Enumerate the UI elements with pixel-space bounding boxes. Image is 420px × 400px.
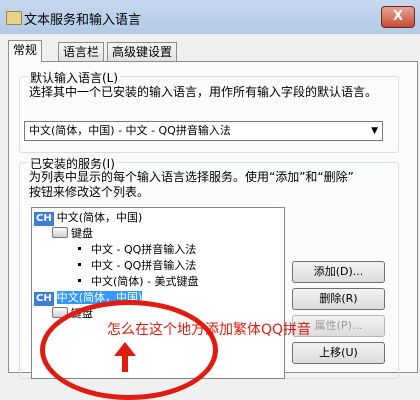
language-badge: CH [34, 212, 54, 226]
dropdown-arrow-icon[interactable]: ▼ [371, 122, 378, 140]
annotation-text: 怎么在这个地方添加繁体QQ拼音 [107, 322, 312, 338]
bullet-icon [78, 263, 81, 266]
default-language-legend: 默认输入语言(L) [28, 69, 121, 86]
annotation-arrow-icon [114, 342, 136, 372]
tab-general[interactable]: 常规 [8, 40, 43, 62]
bullet-icon [78, 247, 81, 250]
close-button[interactable]: X [381, 6, 415, 28]
tab-advanced-key-settings[interactable]: 高级键设置 [107, 42, 178, 61]
tree-node-label: 中文(简体，中国) [56, 211, 143, 224]
add-button[interactable]: 添加(D)... [292, 261, 385, 283]
default-language-select[interactable]: 中文(简体，中国) - 中文 - QQ拼音输入法 ▼ [24, 121, 383, 141]
default-language-description: 选择其中一个已安装的输入语言，用作所有输入字段的默认语言。 [29, 85, 378, 99]
tree-node-label: 中文 - QQ拼音输入法 [91, 243, 197, 256]
remove-button[interactable]: 删除(R) [292, 288, 385, 310]
default-language-value: 中文(简体，中国) - 中文 - QQ拼音输入法 [29, 124, 231, 137]
installed-services-description-2: 按钮来修改这个列表。 [29, 185, 150, 199]
keyboard-app-icon [6, 11, 22, 25]
tab-language-bar[interactable]: 语言栏 [58, 42, 105, 61]
tree-service-node[interactable]: 中文(简体) - 美式键盘 [78, 275, 199, 289]
move-up-button[interactable]: 上移(U) [292, 342, 385, 364]
tree-language-node[interactable]: CH 中文(简体，中国) [34, 211, 142, 226]
tree-node-label: 中文(简体) - 美式键盘 [91, 275, 199, 288]
tree-service-node[interactable]: 中文 - QQ拼音输入法 [78, 243, 196, 257]
tree-node-label: 中文 - QQ拼音输入法 [91, 259, 197, 272]
window-title: 文本服务和输入语言 [24, 13, 142, 28]
bullet-icon [78, 279, 81, 282]
tree-category-node[interactable]: 键盘 [52, 227, 93, 241]
tree-service-node[interactable]: 中文 - QQ拼音输入法 [78, 259, 196, 273]
installed-services-description-1: 为列表中显示的每个输入语言选择服务。使用“添加”和“删除” [29, 170, 354, 184]
title-bar: 文本服务和输入语言 X [0, 0, 420, 34]
tree-node-label: 键盘 [71, 227, 93, 240]
language-badge: CH [34, 292, 54, 306]
keyboard-icon [52, 227, 68, 238]
